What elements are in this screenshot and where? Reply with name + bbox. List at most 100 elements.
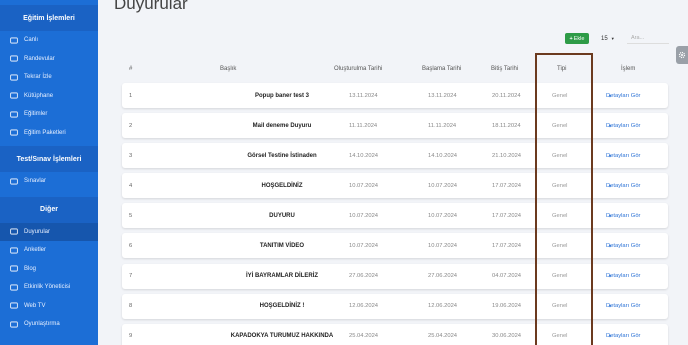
search-input[interactable] (627, 32, 669, 44)
header-start[interactable]: Başlama Tarihi (422, 66, 461, 72)
caret-down-icon: ▼ (608, 123, 612, 129)
row-type: Genel (552, 182, 568, 189)
survey-icon (10, 247, 18, 254)
header-type[interactable]: Tipi (557, 66, 566, 72)
row-created-date: 10.07.2024 (349, 242, 379, 249)
caret-down-icon: ▼ (608, 93, 612, 98)
row-number: 2 (129, 122, 133, 129)
table-row: 3 Görsel Testine İstinaden 14.10.2024 14.10… (122, 143, 668, 169)
row-title: İYİ BAYRAMLAR DİLERİZ (245, 273, 319, 280)
sidebar-item-label: Web TV (24, 302, 46, 309)
sidebar: Eğitim İşlemleri Canlı Randevular Tekrar İz… (0, 0, 98, 345)
caret-down-icon: ▼ (608, 153, 612, 159)
event-icon (10, 284, 18, 291)
table-row: 7 İYİ BAYRAMLAR DİLERİZ 27.06.2024 27.06.20… (122, 263, 668, 289)
row-start-date: 10.07.2024 (428, 242, 458, 249)
header-title: Başlık (220, 66, 237, 72)
row-number: 5 (129, 212, 133, 219)
row-created-date: 11.11.2024 (349, 122, 378, 129)
header-end[interactable]: Bitiş Tarihi (491, 66, 518, 72)
row-type: Genel (552, 303, 568, 310)
table-header: # Başlık Oluşturulma Tarihi Başlama Tari… (122, 66, 666, 78)
sidebar-sections: Eğitim İşlemleri Canlı Randevular Tekrar İz… (0, 5, 98, 334)
row-start-date: 10.07.2024 (428, 182, 458, 189)
row-created-date: 14.10.2024 (349, 152, 379, 159)
row-title: DUYURU (269, 212, 295, 219)
sidebar-item[interactable]: Canlı (0, 31, 98, 50)
row-title: HOŞGELDİNİZ ! (259, 303, 305, 310)
sidebar-item[interactable]: Sınavlar (0, 172, 98, 191)
row-created-date: 10.07.2024 (349, 182, 379, 189)
row-title: Mail deneme Duyuru (252, 122, 312, 129)
add-button[interactable]: + Ekle (565, 33, 589, 44)
row-end-date: 04.07.2024 (492, 273, 522, 280)
row-end-date: 17.07.2024 (492, 182, 522, 189)
sidebar-item-label: Blog (24, 265, 37, 272)
header-created[interactable]: Oluşturulma Tarihi (334, 66, 382, 72)
row-start-date: 27.06.2024 (428, 273, 458, 280)
sidebar-item-label: Kütüphane (24, 92, 54, 99)
document-icon (10, 111, 18, 118)
table-row: 8 HOŞGELDİNİZ ! 12.06.2024 12.06.2024 19.06.… (122, 293, 668, 319)
header-action: İşlem (621, 66, 636, 72)
row-end-date: 21.10.2024 (492, 152, 522, 159)
sidebar-item[interactable]: Kütüphane (0, 87, 98, 106)
settings-gear-button[interactable] (676, 46, 688, 64)
row-type: Genel (552, 152, 568, 159)
sidebar-item-label: Anketler (24, 247, 47, 254)
table-row: 5 DUYURU 10.07.2024 10.07.2024 17.07.2024 Gen… (122, 203, 668, 229)
sidebar-item-label: Eğitimler (24, 111, 48, 118)
game-icon (10, 321, 18, 328)
library-icon (10, 92, 18, 99)
row-end-date: 20.11.2024 (492, 92, 521, 99)
row-start-date: 12.06.2024 (428, 303, 458, 310)
chevron-down-icon: ▼ (610, 36, 615, 41)
row-type: Genel (552, 212, 568, 219)
blog-icon (10, 265, 18, 272)
sidebar-item[interactable]: Web TV (0, 297, 98, 316)
row-title: Popup baner test 3 (254, 92, 309, 99)
sidebar-item[interactable]: Oyunlaştırma (0, 315, 98, 334)
caret-down-icon: ▼ (608, 213, 612, 219)
page-title: Duyurular (114, 0, 188, 13)
sidebar-item[interactable]: Tekrar İzle (0, 68, 98, 87)
per-page-select[interactable]: 15 ▼ (601, 33, 619, 44)
replay-icon (10, 74, 18, 81)
row-title: HOŞGELDİNİZ (261, 182, 303, 189)
row-type: Genel (552, 242, 568, 249)
header-num: # (129, 66, 133, 72)
row-created-date: 25.04.2024 (349, 333, 379, 340)
row-created-date: 13.11.2024 (349, 92, 378, 99)
table-row: 1 Popup baner test 3 13.11.2024 13.11.2024 2… (122, 83, 668, 108)
sidebar-item[interactable]: Anketler (0, 241, 98, 260)
table-row: 9 KAPADOKYA TURUMUZ HAKKINDA 25.04.2024 25.… (122, 323, 668, 345)
table-row: 6 TANITIM VİDEO 10.07.2024 10.07.2024 17.07.… (122, 233, 668, 259)
package-icon (10, 129, 18, 136)
sidebar-item-label: Randevular (24, 55, 55, 62)
row-number: 3 (129, 152, 133, 159)
row-type: Genel (552, 333, 568, 340)
row-start-date: 14.10.2024 (428, 152, 458, 159)
row-end-date: 18.11.2024 (492, 122, 521, 129)
sidebar-section-title: Test/Sınav İşlemleri (0, 146, 98, 172)
row-type: Genel (552, 273, 568, 280)
sidebar-item-label: Oyunlaştırma (24, 321, 60, 328)
sidebar-item[interactable]: Blog (0, 260, 98, 279)
sidebar-item[interactable]: Eğitim Paketleri (0, 124, 98, 143)
caret-down-icon: ▼ (608, 333, 612, 339)
edit-icon (10, 178, 18, 185)
sidebar-item-label: Canlı (24, 37, 39, 44)
sidebar-item[interactable]: Randevular (0, 50, 98, 69)
row-start-date: 11.11.2024 (428, 122, 457, 129)
caret-down-icon: ▼ (608, 273, 612, 279)
row-start-date: 25.04.2024 (428, 333, 458, 340)
row-title: KAPADOKYA TURUMUZ HAKKINDA (230, 333, 334, 340)
sidebar-item[interactable]: Eğitimler (0, 105, 98, 124)
row-number: 4 (129, 182, 133, 189)
calendar-icon (10, 55, 18, 62)
row-end-date: 17.07.2024 (492, 212, 522, 219)
sidebar-item[interactable]: Duyurular (0, 222, 98, 241)
row-end-date: 19.06.2024 (492, 303, 522, 310)
sidebar-item[interactable]: Etkinlik Yöneticisi (0, 278, 98, 297)
plus-icon: + (569, 35, 573, 42)
